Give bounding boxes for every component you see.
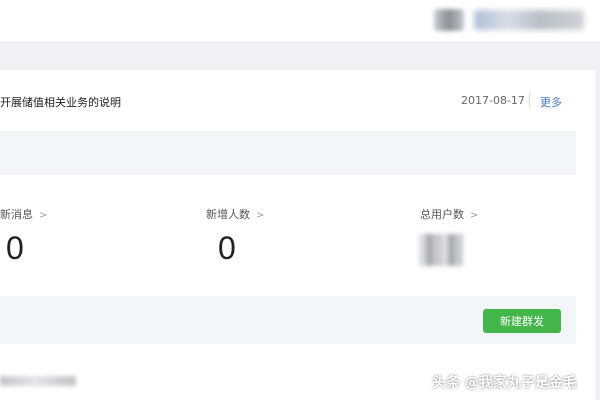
stat-total-users-value-blurred [419, 234, 463, 266]
account-name-blurred[interactable] [474, 10, 584, 30]
stat-new-messages[interactable]: 新消息 > [0, 206, 47, 222]
watermark: 头条 @我家丸子是金毛 [432, 375, 577, 391]
notice-date: 2017-08-17 [461, 94, 525, 107]
top-navigation-bar [0, 0, 600, 43]
stat-label: 新增人数 [206, 208, 250, 221]
stat-new-followers-value: 0 [218, 230, 236, 266]
stat-label: 总用户数 [420, 208, 464, 221]
home-panel [0, 70, 597, 400]
chevron-right-icon: > [470, 210, 479, 221]
more-link[interactable]: 更多 [540, 94, 562, 110]
chevron-right-icon: > [39, 210, 48, 221]
stat-label: 新消息 [0, 208, 33, 221]
chevron-right-icon: > [256, 210, 265, 221]
stat-total-users[interactable]: 总用户数 > [420, 206, 478, 222]
account-avatar-blurred[interactable] [434, 9, 464, 31]
stat-new-messages-value: 0 [6, 230, 24, 266]
new-mass-message-button[interactable]: 新建群发 [483, 309, 561, 333]
stat-new-followers[interactable]: 新增人数 > [206, 206, 264, 222]
notice-title[interactable]: 开展储值相关业务的说明 [0, 94, 121, 110]
blurred-text [0, 376, 76, 386]
divider [529, 93, 530, 107]
notice-banner-area [0, 131, 576, 175]
